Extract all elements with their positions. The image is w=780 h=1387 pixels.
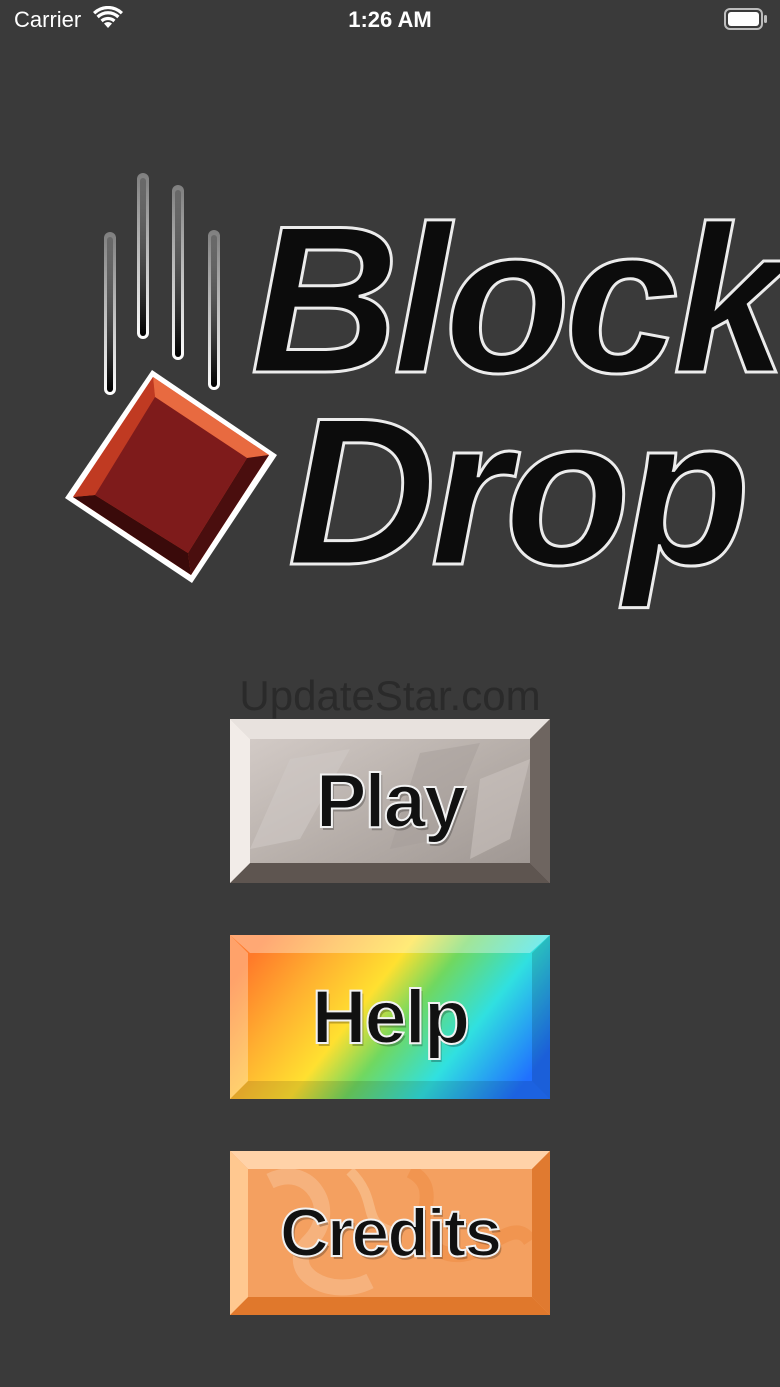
watermark-text: UpdateStar.com: [239, 672, 541, 719]
logo-title-line2: Drop: [286, 374, 751, 609]
play-button-label: Play: [315, 758, 467, 845]
help-button[interactable]: Help: [230, 935, 550, 1099]
credits-button-label: Credits: [279, 1194, 503, 1272]
clock: 1:26 AM: [348, 7, 432, 32]
status-bar: Carrier 1:26 AM: [0, 0, 780, 40]
battery-icon: [724, 8, 768, 35]
play-button[interactable]: Play: [230, 719, 550, 883]
game-logo: Block Drop: [55, 165, 780, 635]
help-button-label: Help: [311, 974, 472, 1061]
credits-button[interactable]: Credits: [230, 1151, 550, 1315]
